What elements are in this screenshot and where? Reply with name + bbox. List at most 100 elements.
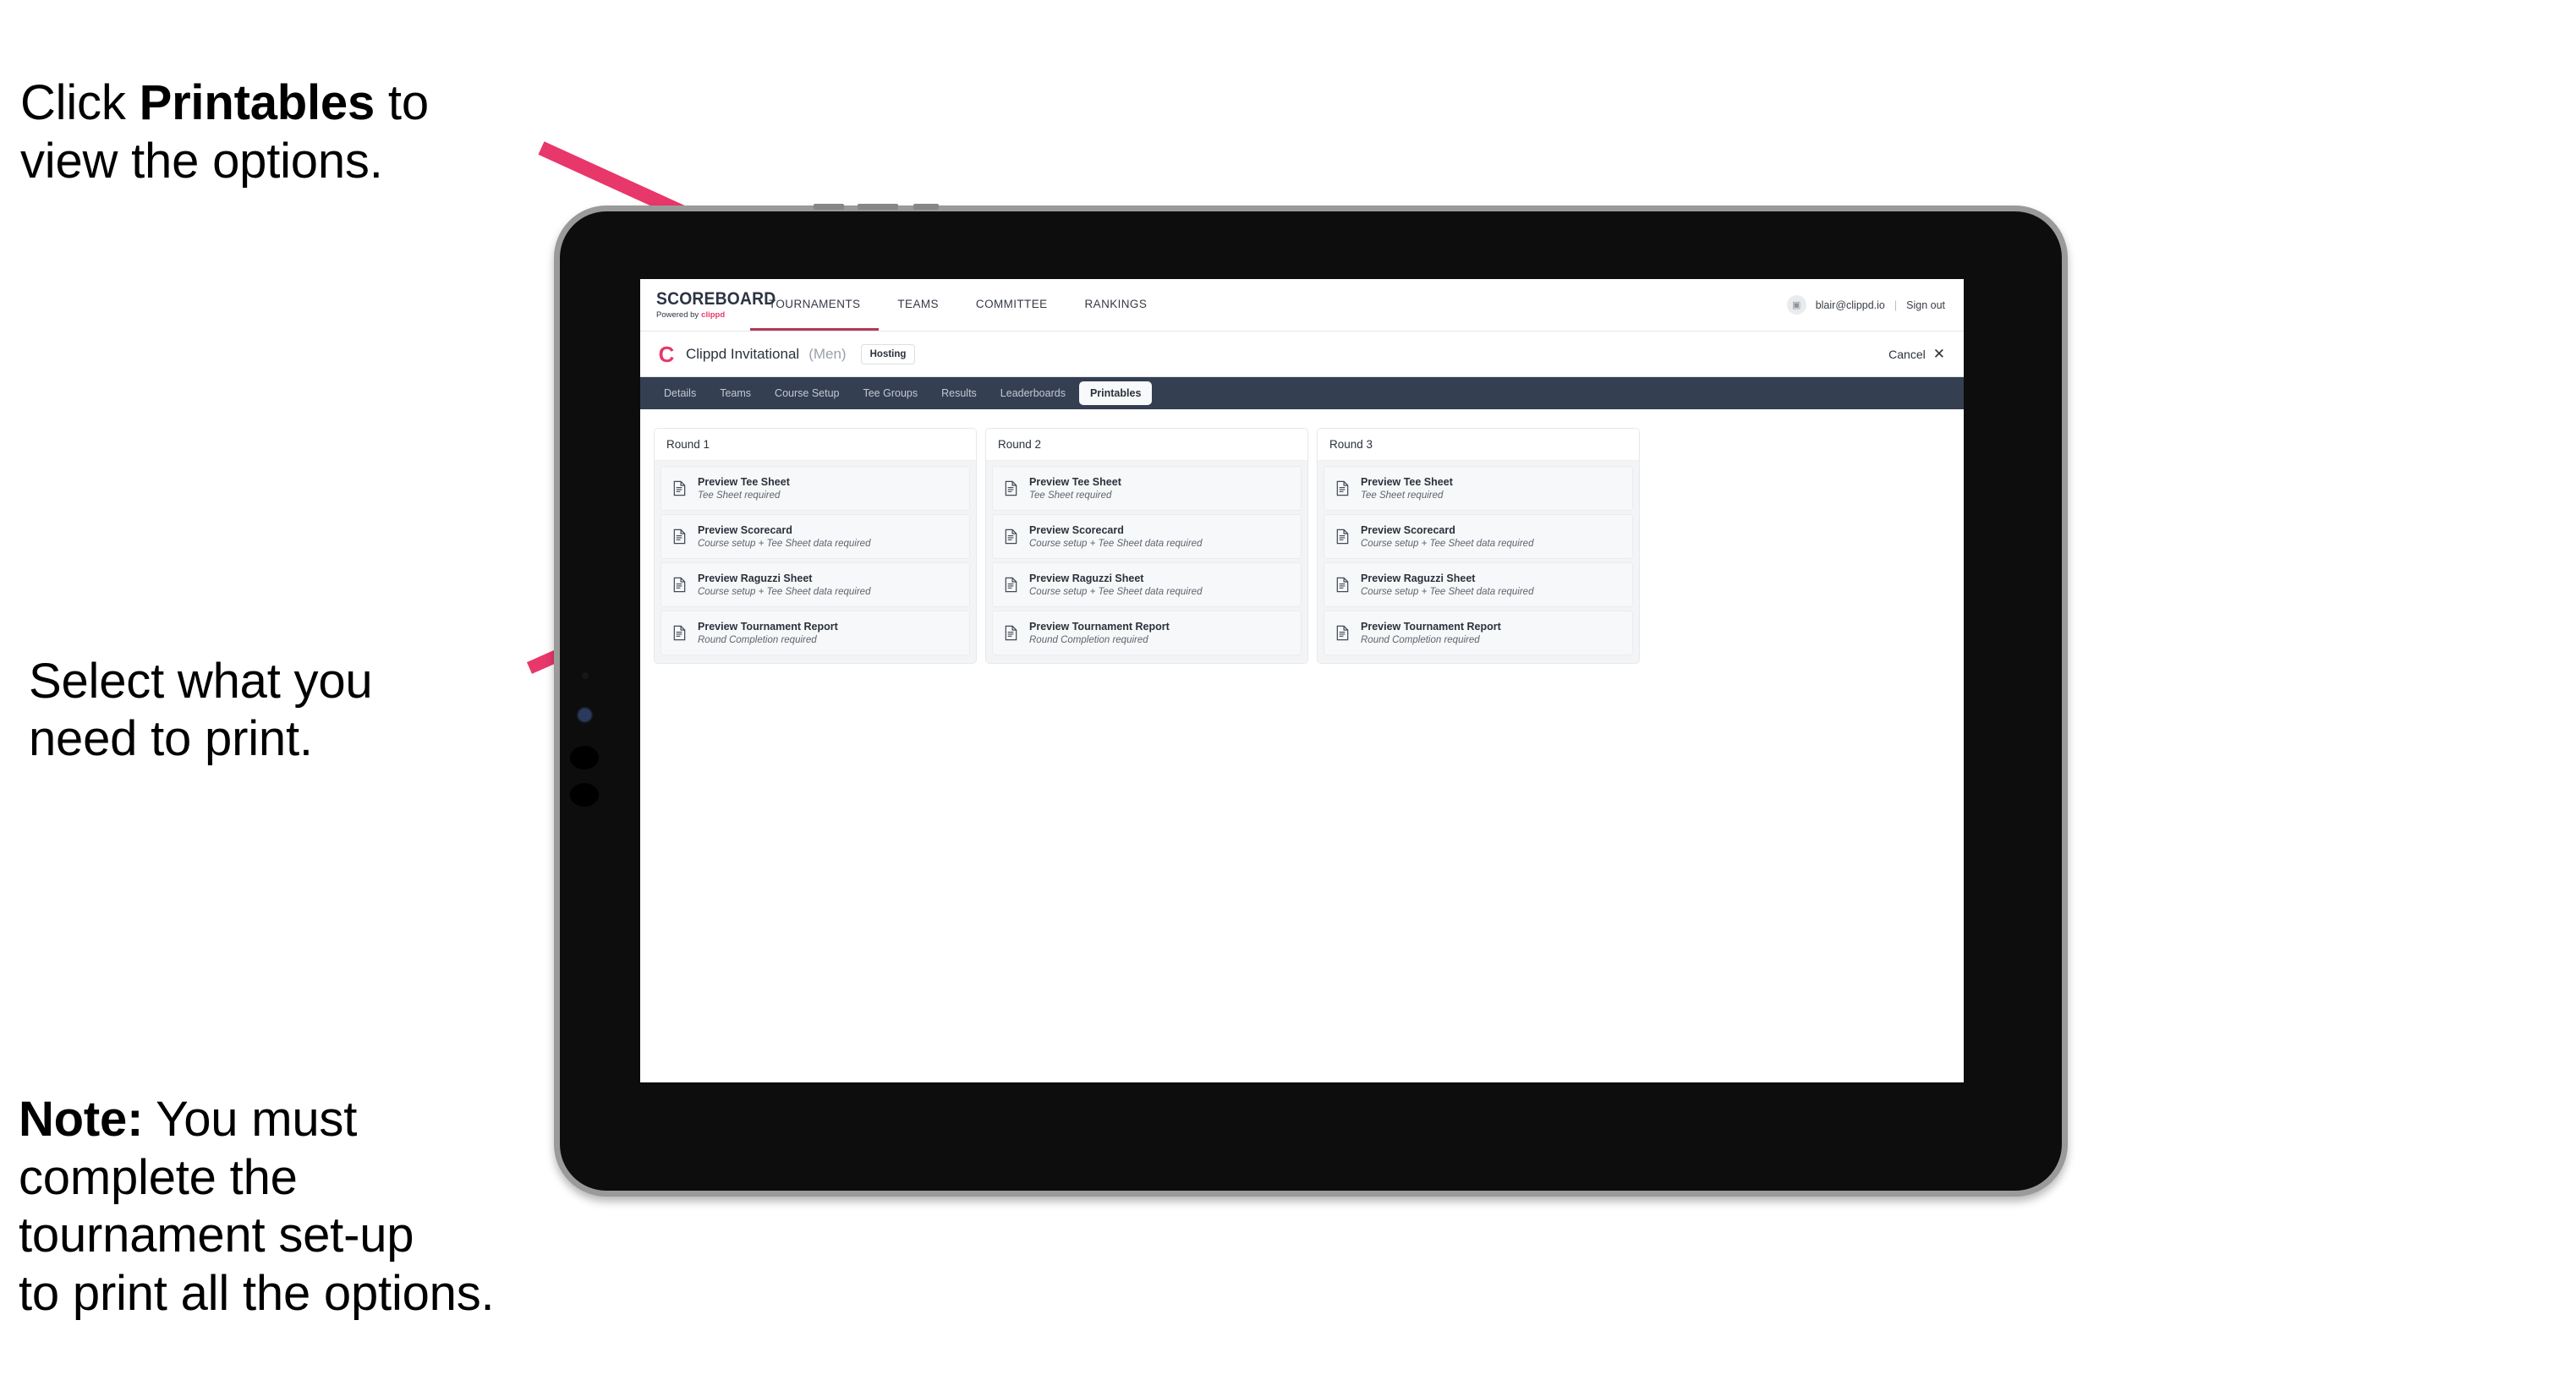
ambient-light-sensor bbox=[582, 672, 589, 679]
printable-title: Preview Raguzzi Sheet bbox=[698, 572, 813, 584]
printable-title: Preview Scorecard bbox=[1361, 524, 1455, 536]
nav-item-teams[interactable]: TEAMS bbox=[879, 279, 957, 331]
printable-title: Preview Tee Sheet bbox=[698, 476, 790, 488]
user-email: blair@clippd.io bbox=[1815, 299, 1885, 311]
user-account-area: ▣ blair@clippd.io | Sign out bbox=[1786, 279, 1964, 331]
printable-tournament-report[interactable]: Preview Tournament Report Round Completi… bbox=[660, 611, 970, 655]
annotation-top-bold: Printables bbox=[139, 75, 375, 131]
document-icon bbox=[671, 577, 688, 593]
round-column-3: Round 3 Preview Tee Sheet Tee Sheet requ… bbox=[1317, 428, 1640, 664]
printable-tee-sheet[interactable]: Preview Tee Sheet Tee Sheet required bbox=[660, 466, 970, 511]
round-3-header: Round 3 bbox=[1318, 429, 1639, 461]
document-icon bbox=[1335, 529, 1351, 545]
printable-requirement: Tee Sheet required bbox=[1029, 490, 1112, 501]
top-edge-speaker bbox=[858, 204, 898, 210]
printable-requirement: Tee Sheet required bbox=[1361, 490, 1444, 501]
tab-tee-groups[interactable]: Tee Groups bbox=[852, 382, 928, 404]
printable-requirement: Tee Sheet required bbox=[698, 490, 781, 501]
document-icon bbox=[1003, 480, 1019, 496]
round-2-header: Round 2 bbox=[986, 429, 1307, 461]
round-2-items: Preview Tee Sheet Tee Sheet required Pre… bbox=[986, 461, 1307, 663]
printable-title: Preview Tournament Report bbox=[698, 621, 838, 633]
printable-raguzzi-sheet[interactable]: Preview Raguzzi Sheet Course setup + Tee… bbox=[1324, 562, 1633, 607]
clippd-c-logo-icon: C bbox=[658, 341, 675, 367]
nav-item-rankings[interactable]: RANKINGS bbox=[1066, 279, 1166, 331]
annotation-click-printables: Click Printables to view the options. bbox=[20, 17, 595, 190]
round-1-header: Round 1 bbox=[655, 429, 976, 461]
printable-raguzzi-sheet[interactable]: Preview Raguzzi Sheet Course setup + Tee… bbox=[660, 562, 970, 607]
front-camera-lens bbox=[578, 709, 591, 721]
section-tab-bar: Details Teams Course Setup Tee Groups Re… bbox=[640, 377, 1964, 409]
document-icon bbox=[1003, 529, 1019, 545]
tablet-screen: SCOREBOARD Powered by clippd TOURNAMENTS… bbox=[640, 279, 1964, 1082]
app-top-bar: SCOREBOARD Powered by clippd TOURNAMENTS… bbox=[640, 279, 1964, 331]
tab-leaderboards[interactable]: Leaderboards bbox=[990, 382, 1076, 404]
printable-requirement: Course setup + Tee Sheet data required bbox=[1029, 587, 1203, 597]
printable-tournament-report[interactable]: Preview Tournament Report Round Completi… bbox=[992, 611, 1302, 655]
brand-wordmark: SCOREBOARD bbox=[656, 289, 776, 309]
tab-details[interactable]: Details bbox=[654, 382, 706, 404]
printable-requirement: Round Completion required bbox=[698, 635, 817, 645]
printable-title: Preview Tournament Report bbox=[1029, 621, 1170, 633]
user-avatar-icon[interactable]: ▣ bbox=[1786, 295, 1806, 315]
tab-results[interactable]: Results bbox=[931, 382, 987, 404]
document-icon bbox=[671, 529, 688, 545]
round-column-2: Round 2 Preview Tee Sheet Tee Sheet requ… bbox=[985, 428, 1308, 664]
nav-item-committee[interactable]: COMMITTEE bbox=[957, 279, 1066, 331]
annotation-select-to-print: Select what you need to print. bbox=[29, 654, 373, 767]
printable-requirement: Round Completion required bbox=[1029, 635, 1148, 645]
printable-raguzzi-sheet[interactable]: Preview Raguzzi Sheet Course setup + Tee… bbox=[992, 562, 1302, 607]
hosting-status-badge: Hosting bbox=[860, 343, 916, 364]
document-icon bbox=[1003, 577, 1019, 593]
cancel-button[interactable]: Cancel ✕ bbox=[1888, 347, 1945, 361]
round-column-1: Round 1 Preview Tee Sheet Tee Sheet requ… bbox=[654, 428, 977, 664]
printable-scorecard[interactable]: Preview Scorecard Course setup + Tee She… bbox=[660, 514, 970, 559]
printable-title: Preview Raguzzi Sheet bbox=[1029, 572, 1144, 584]
sign-out-link[interactable]: Sign out bbox=[1906, 299, 1945, 311]
tab-printables[interactable]: Printables bbox=[1078, 381, 1153, 405]
document-icon bbox=[671, 480, 688, 496]
annotation-top-prefix: Click bbox=[20, 75, 140, 131]
primary-navigation: TOURNAMENTS TEAMS COMMITTEE RANKINGS bbox=[750, 279, 1165, 331]
document-icon bbox=[1335, 480, 1351, 496]
round-1-items: Preview Tee Sheet Tee Sheet required Pre… bbox=[655, 461, 976, 663]
printables-board: Round 1 Preview Tee Sheet Tee Sheet requ… bbox=[640, 409, 1964, 664]
brand-tagline: Powered by clippd bbox=[656, 310, 750, 320]
speaker-grille-lower bbox=[570, 783, 599, 807]
printable-title: Preview Scorecard bbox=[1029, 524, 1124, 536]
tablet-device-frame: SCOREBOARD Powered by clippd TOURNAMENTS… bbox=[554, 204, 2068, 1197]
printable-requirement: Round Completion required bbox=[1361, 635, 1480, 645]
round-3-items: Preview Tee Sheet Tee Sheet required Pre… bbox=[1318, 461, 1639, 663]
printable-requirement: Course setup + Tee Sheet data required bbox=[1029, 539, 1203, 549]
tab-course-setup[interactable]: Course Setup bbox=[765, 382, 849, 404]
screenshot-canvas: Click Printables to view the options. Se… bbox=[0, 0, 2576, 1386]
printable-scorecard[interactable]: Preview Scorecard Course setup + Tee She… bbox=[992, 514, 1302, 559]
document-icon bbox=[1335, 577, 1351, 593]
powered-by-label: Powered by bbox=[656, 310, 699, 320]
tab-teams[interactable]: Teams bbox=[710, 382, 761, 404]
annotation-note-bold: Note: bbox=[19, 1092, 144, 1148]
document-icon bbox=[1003, 625, 1019, 641]
scoreboard-logo[interactable]: SCOREBOARD Powered by clippd bbox=[640, 279, 776, 331]
printable-requirement: Course setup + Tee Sheet data required bbox=[1361, 539, 1534, 549]
event-gender-label: (Men) bbox=[808, 345, 847, 362]
printable-title: Preview Tee Sheet bbox=[1361, 476, 1453, 488]
document-icon bbox=[671, 625, 688, 641]
clippd-label: clippd bbox=[701, 310, 726, 320]
speaker-grille-upper bbox=[570, 746, 599, 770]
user-separator: | bbox=[1894, 299, 1898, 311]
event-title: Clippd Invitational bbox=[686, 345, 800, 362]
printable-title: Preview Tee Sheet bbox=[1029, 476, 1121, 488]
printable-scorecard[interactable]: Preview Scorecard Course setup + Tee She… bbox=[1324, 514, 1633, 559]
printable-tee-sheet[interactable]: Preview Tee Sheet Tee Sheet required bbox=[1324, 466, 1633, 511]
close-x-icon: ✕ bbox=[1932, 346, 1945, 362]
printable-tee-sheet[interactable]: Preview Tee Sheet Tee Sheet required bbox=[992, 466, 1302, 511]
document-icon bbox=[1335, 625, 1351, 641]
event-header-bar: C Clippd Invitational (Men) Hosting Canc… bbox=[640, 331, 1964, 377]
top-edge-button bbox=[814, 204, 844, 210]
top-edge-mic bbox=[913, 204, 939, 210]
printable-title: Preview Tournament Report bbox=[1361, 621, 1501, 633]
printable-requirement: Course setup + Tee Sheet data required bbox=[698, 587, 871, 597]
printable-title: Preview Scorecard bbox=[698, 524, 792, 536]
printable-tournament-report[interactable]: Preview Tournament Report Round Completi… bbox=[1324, 611, 1633, 655]
